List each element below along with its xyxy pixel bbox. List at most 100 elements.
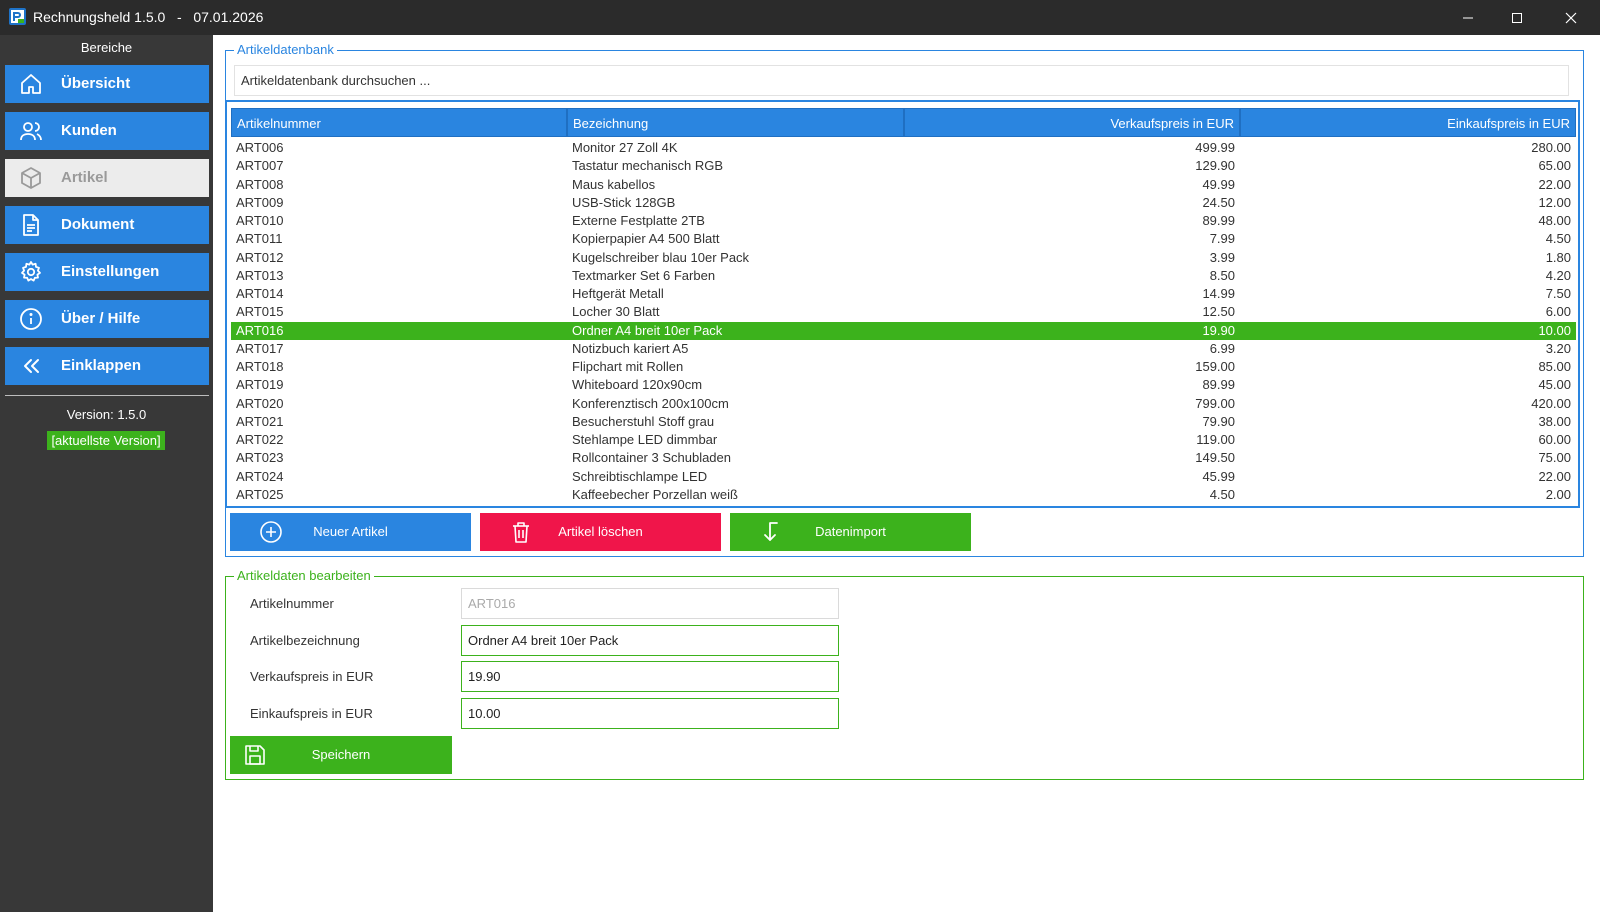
maximize-button[interactable] — [1492, 0, 1542, 35]
table-cell: 6.99 — [1209, 340, 1235, 356]
sidebar-item-einstellungen[interactable]: Einstellungen — [5, 253, 209, 291]
new-article-label: Neuer Artikel — [313, 524, 388, 539]
table-cell: 7.50 — [1545, 286, 1571, 301]
sidebar-section-title: Bereiche — [80, 40, 133, 55]
sidebar-item-label: Dokument — [61, 216, 135, 233]
einkaufspreis-field[interactable]: 10.00 — [461, 698, 839, 729]
gear-icon — [21, 261, 41, 282]
table-cell: Monitor 27 Zoll 4K — [572, 140, 678, 155]
table-cell: ART014 — [236, 286, 284, 301]
table-cell: 14.99 — [1202, 286, 1235, 301]
table-cell: Maus kabellos — [572, 176, 656, 192]
column-header-verkaufspreis[interactable]: Verkaufspreis in EUR — [904, 108, 1240, 137]
table-cell: Besucherstuhl Stoff grau — [572, 413, 715, 429]
table-row[interactable]: ART024 Schreibtischlampe LED 45.99 22.00 — [231, 468, 1576, 486]
table-cell: 10.00 — [1538, 322, 1571, 338]
table-row[interactable]: ART020 Konferenztisch 200x100cm 799.00 420.… — [231, 395, 1576, 413]
table-cell: 8.50 — [1209, 267, 1235, 283]
sidebar-item-label: Einstellungen — [61, 263, 160, 280]
artikelnummer-field[interactable]: ART016 — [461, 588, 839, 619]
table-row[interactable]: ART011 Kopierpapier A4 500 Blatt 7.99 4.50 — [231, 230, 1576, 248]
table-cell: Kugelschreiber blau 10er Pack — [572, 249, 750, 265]
sidebar-item-artikel[interactable]: Artikel — [5, 159, 209, 197]
article-search-input[interactable]: Artikeldatenbank durchsuchen ... — [234, 65, 1569, 96]
table-cell: 420.00 — [1531, 395, 1571, 411]
table-cell: 4.50 — [1545, 231, 1571, 247]
maximize-icon — [1512, 12, 1522, 23]
table-row[interactable]: ART016 Ordner A4 breit 10er Pack 19.90 10.0… — [231, 321, 1576, 340]
table-row[interactable]: ART017 Notizbuch kariert A5 6.99 3.20 — [231, 340, 1576, 358]
table-cell: 48.00 — [1538, 213, 1571, 228]
column-header-bezeichnung[interactable]: Bezeichnung — [567, 108, 904, 137]
table-cell: ART018 — [236, 359, 284, 374]
table-row[interactable]: ART023 Rollcontainer 3 Schubladen 149.50 75… — [231, 449, 1576, 467]
table-cell: 7.99 — [1209, 231, 1235, 247]
artikelbezeichnung-label: Artikelbezeichnung — [250, 633, 360, 648]
double-chevron-left-icon — [24, 359, 39, 373]
column-header-artikelnummer[interactable]: Artikelnummer — [231, 108, 567, 137]
data-import-label: Datenimport — [815, 524, 886, 539]
table-row[interactable]: ART018 Flipchart mit Rollen 159.00 85.00 — [231, 358, 1576, 376]
table-row[interactable]: ART009 USB-Stick 128GB 24.50 12.00 — [231, 194, 1576, 212]
sidebar-item-label: Kunden — [61, 122, 117, 139]
table-row[interactable]: ART006 Monitor 27 Zoll 4K 499.99 280.00 — [231, 139, 1576, 157]
table-cell: 3.20 — [1545, 340, 1571, 356]
table-cell: ART022 — [236, 432, 284, 447]
table-cell: Ordner A4 breit 10er Pack — [572, 322, 723, 338]
table-row[interactable]: ART014 Heftgerät Metall 14.99 7.50 — [231, 285, 1576, 303]
table-row[interactable]: ART007 Tastatur mechanisch RGB 129.90 65.00 — [231, 157, 1576, 175]
table-cell: 129.90 — [1195, 158, 1235, 174]
article-database-legend: Artikeldatenbank — [234, 42, 337, 58]
table-cell: 12.00 — [1538, 194, 1571, 210]
table-row[interactable]: ART012 Kugelschreiber blau 10er Pack 3.99 1… — [231, 249, 1576, 267]
delete-article-button[interactable]: Artikel löschen — [480, 513, 721, 551]
table-cell: 799.00 — [1195, 395, 1235, 411]
table-cell: 4.20 — [1545, 267, 1571, 283]
data-import-button[interactable]: Datenimport — [730, 513, 971, 551]
home-icon — [21, 74, 41, 94]
table-cell: Notizbuch kariert A5 — [572, 340, 689, 356]
close-button[interactable] — [1546, 0, 1596, 35]
table-cell: 499.99 — [1195, 140, 1235, 155]
table-cell: 75.00 — [1538, 450, 1571, 466]
table-row[interactable]: ART025 Kaffeebecher Porzellan weiß 4.50 2.0… — [231, 486, 1576, 504]
table-row[interactable]: ART008 Maus kabellos 49.99 22.00 — [231, 176, 1576, 194]
table-cell: Stehlampe LED dimmbar — [572, 432, 718, 447]
table-cell: ART025 — [236, 486, 284, 502]
table-row[interactable]: ART022 Stehlampe LED dimmbar 119.00 60.00 — [231, 431, 1576, 449]
sidebar-item-kunden[interactable]: Kunden — [5, 112, 209, 150]
window-title: Rechnungsheld 1.5.0 - 07.01.2026 — [33, 9, 264, 25]
table-row[interactable]: ART010 Externe Festplatte 2TB 89.99 48.00 — [231, 212, 1576, 230]
table-cell: Kopierpapier A4 500 Blatt — [572, 231, 720, 247]
sidebar-item-ueber-hilfe[interactable]: Über / Hilfe — [5, 300, 209, 338]
sidebar-item-label: Übersicht — [61, 75, 131, 92]
save-label: Speichern — [311, 747, 371, 762]
version-status-badge: [aktuellste Version] — [47, 431, 165, 450]
table-cell: ART023 — [236, 450, 284, 466]
table-cell: 1.80 — [1545, 249, 1571, 265]
sidebar-item-uebersicht[interactable]: Übersicht — [5, 65, 209, 103]
artikelbezeichnung-field[interactable]: Ordner A4 breit 10er Pack — [461, 625, 839, 656]
sidebar-item-dokument[interactable]: Dokument — [5, 206, 209, 244]
table-cell: 60.00 — [1538, 432, 1571, 447]
table-cell: 89.99 — [1202, 377, 1235, 393]
title-bar: Rechnungsheld 1.5.0 - 07.01.2026 — [0, 0, 1600, 35]
table-row[interactable]: ART013 Textmarker Set 6 Farben 8.50 4.20 — [231, 267, 1576, 285]
table-cell: 149.50 — [1195, 450, 1235, 466]
sidebar-divider — [5, 395, 209, 396]
users-icon — [20, 122, 42, 141]
table-cell: 12.50 — [1202, 304, 1235, 320]
column-header-einkaufspreis[interactable]: Einkaufspreis in EUR — [1240, 108, 1576, 137]
sidebar-item-einklappen[interactable]: Einklappen — [5, 347, 209, 385]
new-article-button[interactable]: Neuer Artikel — [230, 513, 471, 551]
table-cell: 49.99 — [1202, 176, 1235, 192]
table-row[interactable]: ART019 Whiteboard 120x90cm 89.99 45.00 — [231, 376, 1576, 394]
document-icon — [23, 214, 39, 236]
verkaufspreis-field[interactable]: 19.90 — [461, 661, 839, 692]
table-row[interactable]: ART015 Locher 30 Blatt 12.50 6.00 — [231, 303, 1576, 321]
table-cell: ART016 — [236, 322, 284, 338]
table-cell: 4.50 — [1209, 486, 1235, 502]
save-button[interactable]: Speichern — [230, 736, 452, 774]
minimize-button[interactable] — [1443, 0, 1493, 35]
table-row[interactable]: ART021 Besucherstuhl Stoff grau 79.90 38.00 — [231, 413, 1576, 431]
